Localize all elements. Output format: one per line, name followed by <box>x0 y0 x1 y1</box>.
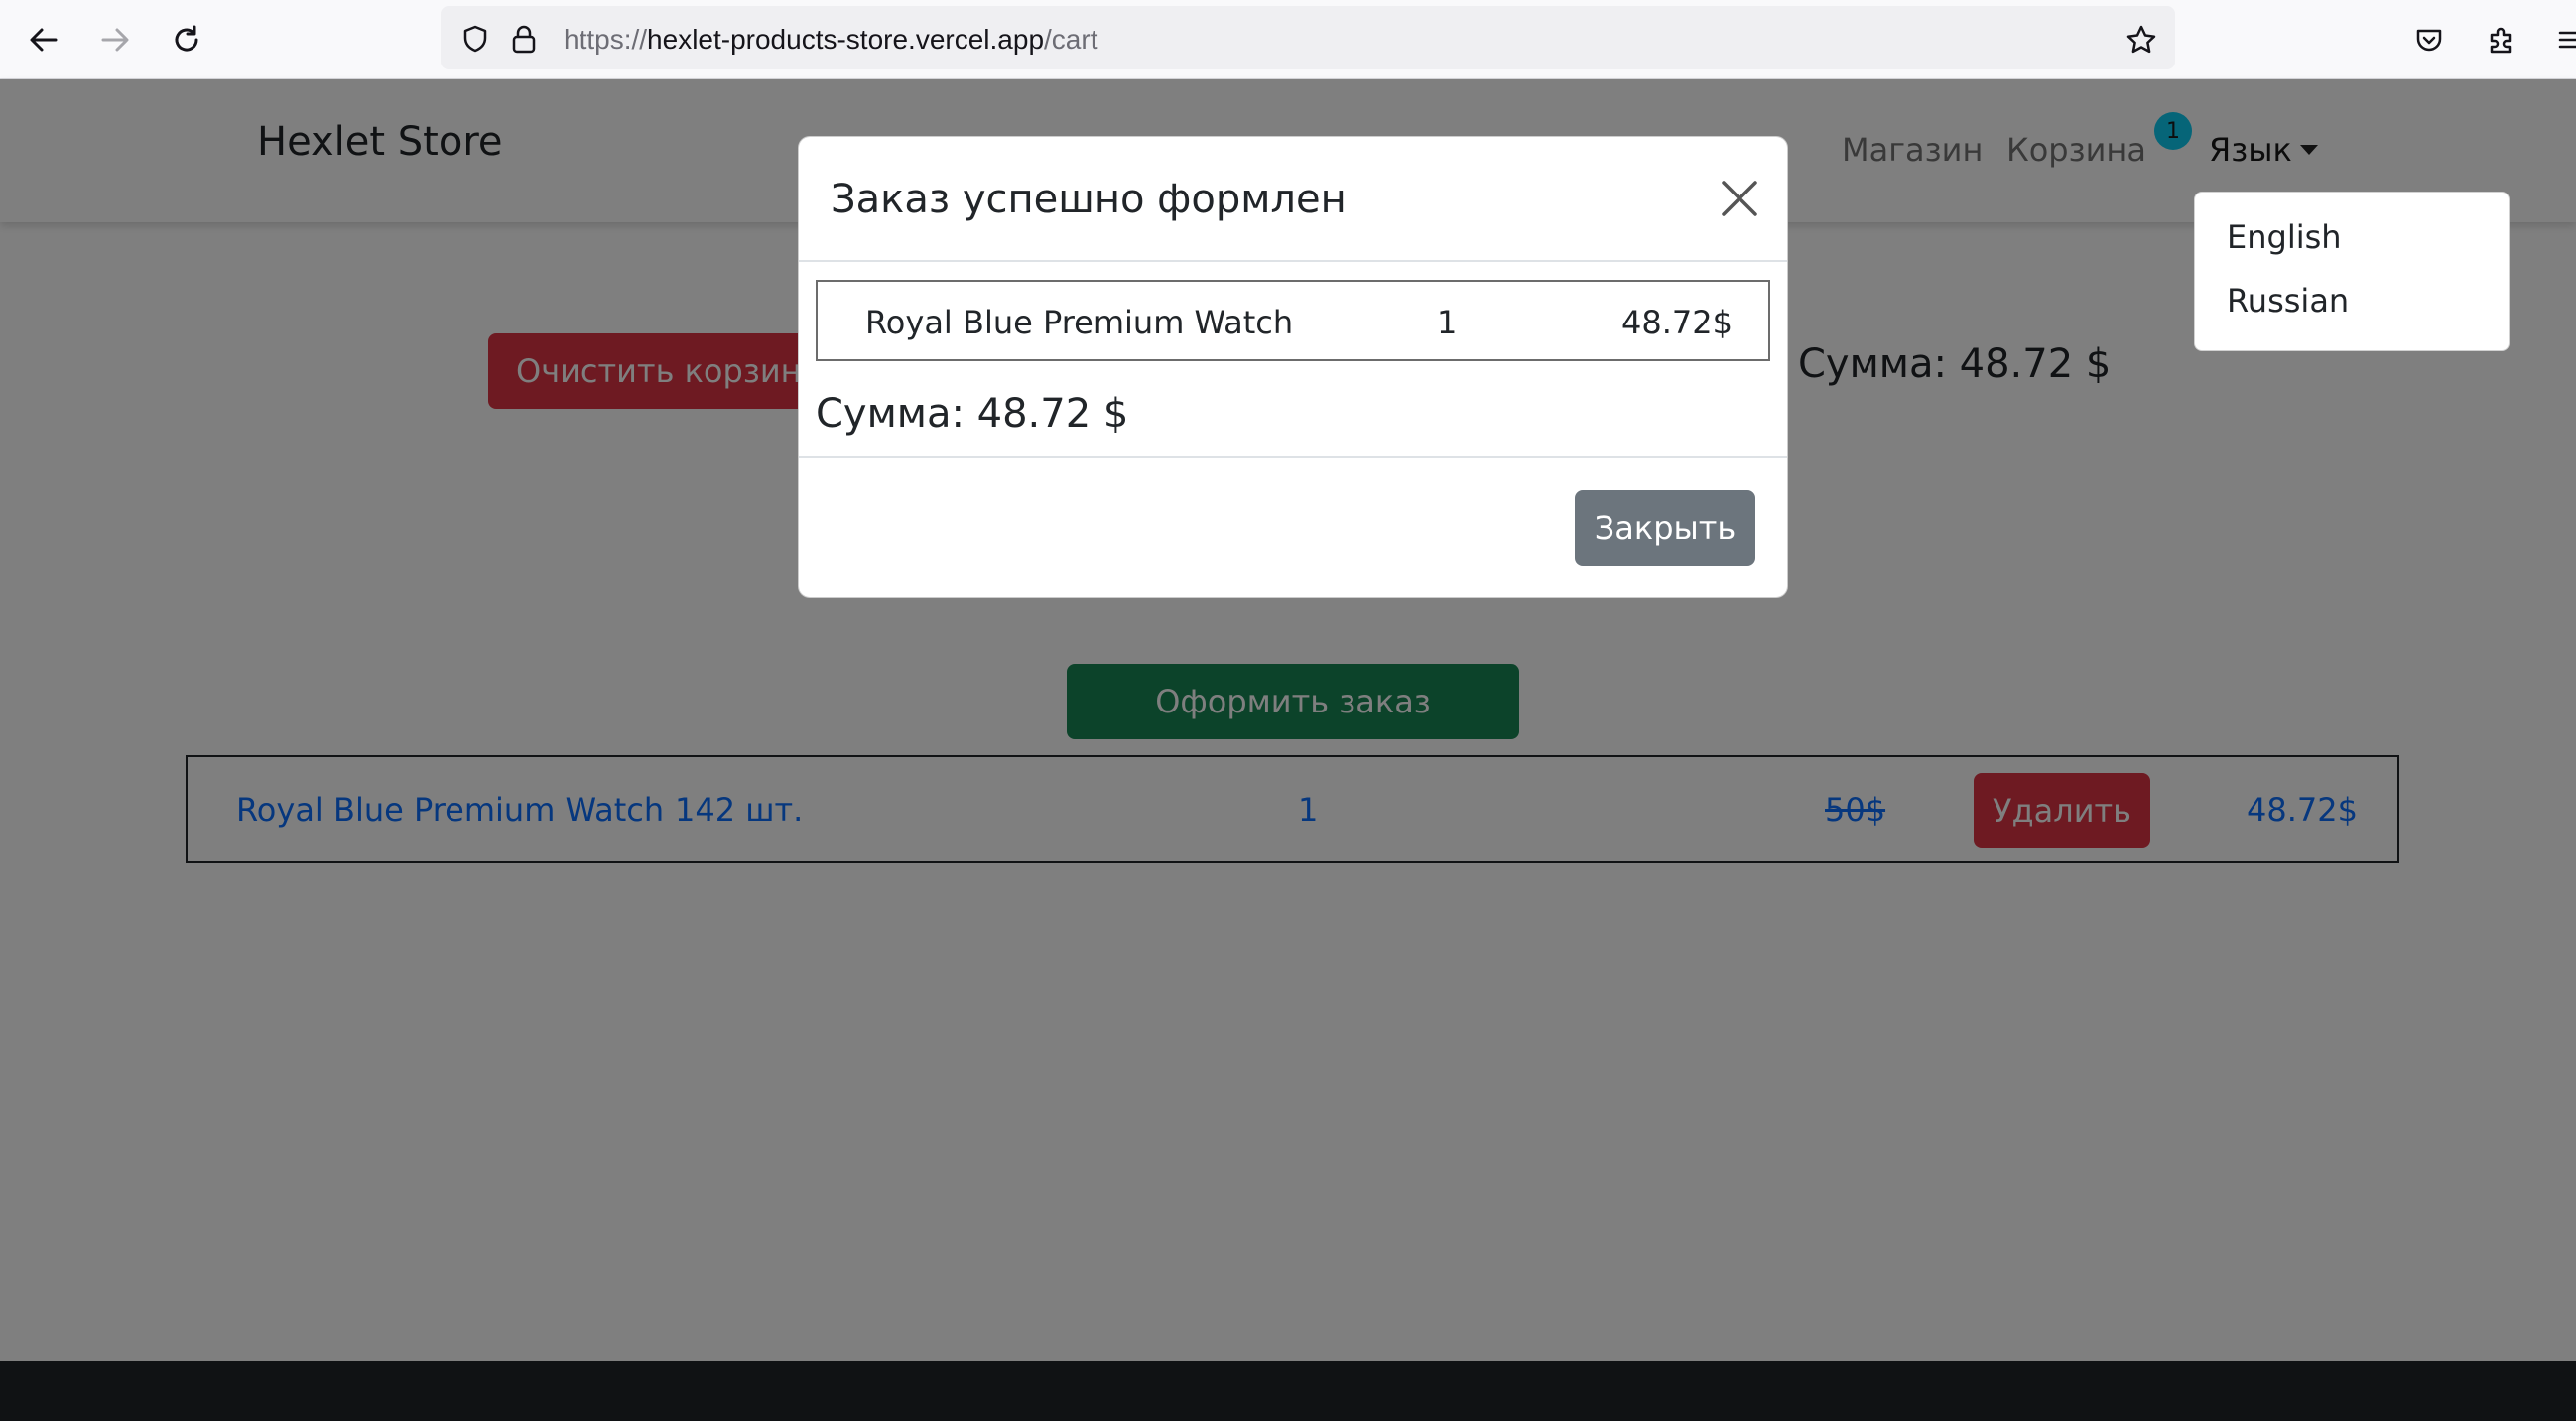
url-host: hexlet-products-store.vercel.app <box>647 24 1045 55</box>
star-icon[interactable] <box>2125 24 2157 56</box>
order-item-name: Royal Blue Premium Watch <box>865 304 1294 341</box>
hamburger-icon <box>2558 31 2576 49</box>
forward-button[interactable] <box>93 18 137 62</box>
language-option-russian[interactable]: Russian <box>2227 282 2349 320</box>
order-item-quantity: 1 <box>1437 304 1458 341</box>
arrow-right-icon <box>101 28 129 52</box>
modal-header: Заказ успешно формлен <box>799 137 1787 262</box>
address-bar[interactable]: https://hexlet-products-store.vercel.app… <box>441 6 2175 69</box>
reload-button[interactable] <box>165 18 208 62</box>
shield-icon[interactable] <box>460 24 490 54</box>
order-item-price: 48.72$ <box>1621 304 1733 341</box>
modal-title: Заказ успешно формлен <box>831 177 1347 222</box>
url-prefix: https:// <box>564 24 648 55</box>
modal-close-button[interactable] <box>1718 177 1761 220</box>
url-path: /cart <box>1044 24 1098 55</box>
order-success-modal: Заказ успешно формлен Royal Blue Premium… <box>798 136 1788 598</box>
lock-icon[interactable] <box>510 24 538 54</box>
order-item-row: Royal Blue Premium Watch 1 48.72$ <box>816 280 1770 361</box>
language-option-english[interactable]: English <box>2227 218 2342 256</box>
modal-close-text-button[interactable]: Закрыть <box>1575 490 1755 566</box>
puzzle-icon <box>2490 27 2512 54</box>
pocket-button[interactable] <box>2407 18 2451 62</box>
browser-toolbar: https://hexlet-products-store.vercel.app… <box>0 0 2576 79</box>
modal-divider <box>799 456 1787 458</box>
arrow-left-icon <box>30 28 58 52</box>
modal-sum: Сумма: 48.72 $ <box>816 391 1129 437</box>
pocket-icon <box>2416 29 2442 52</box>
extensions-button[interactable] <box>2479 18 2522 62</box>
menu-button[interactable] <box>2548 18 2576 62</box>
close-icon <box>1722 181 1757 216</box>
language-menu: English Russian <box>2194 192 2510 351</box>
url-text[interactable]: https://hexlet-products-store.vercel.app… <box>564 24 1098 56</box>
reload-icon <box>175 25 198 52</box>
back-button[interactable] <box>22 18 65 62</box>
